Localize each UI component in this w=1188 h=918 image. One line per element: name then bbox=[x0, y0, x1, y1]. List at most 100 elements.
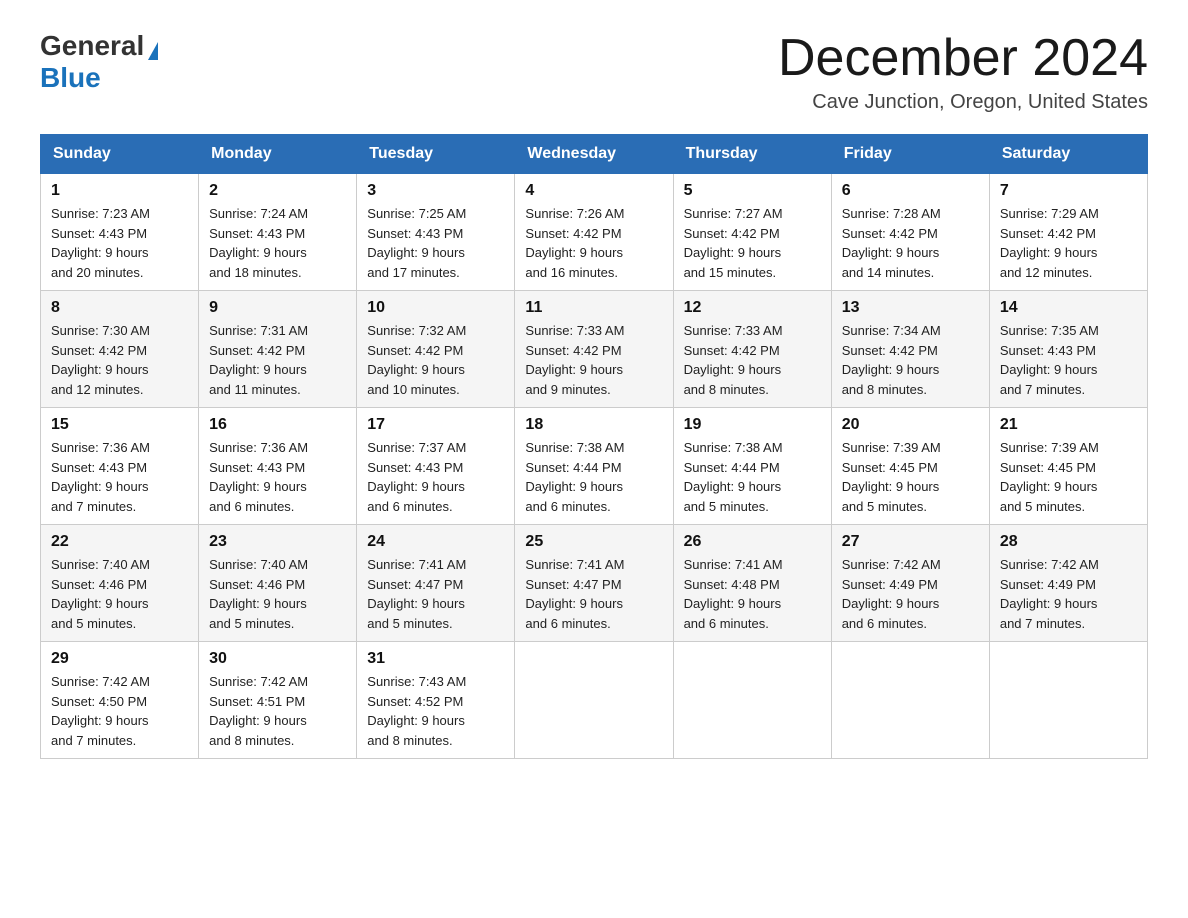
day-info: Sunrise: 7:38 AMSunset: 4:44 PMDaylight:… bbox=[684, 438, 821, 516]
day-number: 8 bbox=[51, 299, 188, 317]
sunset-text: Sunset: 4:49 PM bbox=[1000, 577, 1096, 592]
calendar-cell: 28Sunrise: 7:42 AMSunset: 4:49 PMDayligh… bbox=[989, 525, 1147, 642]
day-info: Sunrise: 7:36 AMSunset: 4:43 PMDaylight:… bbox=[51, 438, 188, 516]
day-number: 21 bbox=[1000, 416, 1137, 434]
daylight-text-line2: and 5 minutes. bbox=[209, 616, 294, 631]
sunrise-text: Sunrise: 7:38 AM bbox=[684, 440, 783, 455]
calendar-cell: 7Sunrise: 7:29 AMSunset: 4:42 PMDaylight… bbox=[989, 174, 1147, 291]
col-header-sunday: Sunday bbox=[41, 135, 199, 174]
daylight-text-line2: and 5 minutes. bbox=[51, 616, 136, 631]
daylight-text-line2: and 6 minutes. bbox=[525, 499, 610, 514]
daylight-text-line2: and 8 minutes. bbox=[842, 382, 927, 397]
daylight-text-line2: and 12 minutes. bbox=[51, 382, 144, 397]
sunset-text: Sunset: 4:42 PM bbox=[367, 343, 463, 358]
sunrise-text: Sunrise: 7:40 AM bbox=[51, 557, 150, 572]
day-info: Sunrise: 7:23 AMSunset: 4:43 PMDaylight:… bbox=[51, 204, 188, 282]
calendar-week-row: 22Sunrise: 7:40 AMSunset: 4:46 PMDayligh… bbox=[41, 525, 1148, 642]
daylight-text-line1: Daylight: 9 hours bbox=[51, 479, 149, 494]
sunrise-text: Sunrise: 7:29 AM bbox=[1000, 206, 1099, 221]
sunrise-text: Sunrise: 7:30 AM bbox=[51, 323, 150, 338]
calendar-cell: 17Sunrise: 7:37 AMSunset: 4:43 PMDayligh… bbox=[357, 408, 515, 525]
day-info: Sunrise: 7:42 AMSunset: 4:50 PMDaylight:… bbox=[51, 672, 188, 750]
sunrise-text: Sunrise: 7:34 AM bbox=[842, 323, 941, 338]
day-number: 23 bbox=[209, 533, 346, 551]
day-info: Sunrise: 7:25 AMSunset: 4:43 PMDaylight:… bbox=[367, 204, 504, 282]
sunset-text: Sunset: 4:46 PM bbox=[209, 577, 305, 592]
day-number: 4 bbox=[525, 182, 662, 200]
daylight-text-line1: Daylight: 9 hours bbox=[842, 362, 940, 377]
daylight-text-line1: Daylight: 9 hours bbox=[367, 362, 465, 377]
daylight-text-line2: and 7 minutes. bbox=[51, 733, 136, 748]
day-info: Sunrise: 7:41 AMSunset: 4:48 PMDaylight:… bbox=[684, 555, 821, 633]
daylight-text-line1: Daylight: 9 hours bbox=[842, 479, 940, 494]
day-info: Sunrise: 7:41 AMSunset: 4:47 PMDaylight:… bbox=[367, 555, 504, 633]
daylight-text-line1: Daylight: 9 hours bbox=[1000, 479, 1098, 494]
day-number: 7 bbox=[1000, 182, 1137, 200]
calendar-cell: 9Sunrise: 7:31 AMSunset: 4:42 PMDaylight… bbox=[199, 291, 357, 408]
calendar-cell: 23Sunrise: 7:40 AMSunset: 4:46 PMDayligh… bbox=[199, 525, 357, 642]
sunset-text: Sunset: 4:45 PM bbox=[842, 460, 938, 475]
sunrise-text: Sunrise: 7:28 AM bbox=[842, 206, 941, 221]
calendar-cell: 12Sunrise: 7:33 AMSunset: 4:42 PMDayligh… bbox=[673, 291, 831, 408]
day-number: 27 bbox=[842, 533, 979, 551]
daylight-text-line2: and 7 minutes. bbox=[1000, 382, 1085, 397]
day-number: 28 bbox=[1000, 533, 1137, 551]
daylight-text-line2: and 6 minutes. bbox=[842, 616, 927, 631]
day-info: Sunrise: 7:26 AMSunset: 4:42 PMDaylight:… bbox=[525, 204, 662, 282]
calendar-cell: 20 Sunrise: 7:39 AMSunset: 4:45 PMDayligh… bbox=[831, 408, 989, 525]
daylight-text-line2: and 6 minutes. bbox=[367, 499, 452, 514]
sunset-text: Sunset: 4:42 PM bbox=[525, 343, 621, 358]
sunrise-text: Sunrise: 7:40 AM bbox=[209, 557, 308, 572]
daylight-text-line1: Daylight: 9 hours bbox=[684, 479, 782, 494]
daylight-text-line1: Daylight: 9 hours bbox=[1000, 596, 1098, 611]
daylight-text-line2: and 5 minutes. bbox=[684, 499, 769, 514]
col-header-thursday: Thursday bbox=[673, 135, 831, 174]
day-info: Sunrise: 7:42 AMSunset: 4:51 PMDaylight:… bbox=[209, 672, 346, 750]
day-number: 6 bbox=[842, 182, 979, 200]
day-number: 3 bbox=[367, 182, 504, 200]
sunset-text: Sunset: 4:42 PM bbox=[684, 343, 780, 358]
sunset-text: Sunset: 4:42 PM bbox=[684, 226, 780, 241]
title-block: December 2024 Cave Junction, Oregon, Uni… bbox=[778, 30, 1148, 114]
calendar-cell: 5Sunrise: 7:27 AMSunset: 4:42 PMDaylight… bbox=[673, 174, 831, 291]
sunset-text: Sunset: 4:49 PM bbox=[842, 577, 938, 592]
daylight-text-line2: and 12 minutes. bbox=[1000, 265, 1093, 280]
daylight-text-line1: Daylight: 9 hours bbox=[684, 245, 782, 260]
daylight-text-line1: Daylight: 9 hours bbox=[684, 596, 782, 611]
calendar-cell: 27Sunrise: 7:42 AMSunset: 4:49 PMDayligh… bbox=[831, 525, 989, 642]
calendar-table: SundayMondayTuesdayWednesdayThursdayFrid… bbox=[40, 134, 1148, 759]
daylight-text-line2: and 10 minutes. bbox=[367, 382, 460, 397]
col-header-tuesday: Tuesday bbox=[357, 135, 515, 174]
sunset-text: Sunset: 4:43 PM bbox=[367, 460, 463, 475]
col-header-friday: Friday bbox=[831, 135, 989, 174]
sunrise-text: Sunrise: 7:42 AM bbox=[209, 674, 308, 689]
daylight-text-line2: and 7 minutes. bbox=[1000, 616, 1085, 631]
sunrise-text: Sunrise: 7:37 AM bbox=[367, 440, 466, 455]
sunset-text: Sunset: 4:43 PM bbox=[209, 226, 305, 241]
calendar-cell: 30Sunrise: 7:42 AMSunset: 4:51 PMDayligh… bbox=[199, 642, 357, 759]
sunrise-text: Sunrise: 7:36 AM bbox=[51, 440, 150, 455]
calendar-cell: 19Sunrise: 7:38 AMSunset: 4:44 PMDayligh… bbox=[673, 408, 831, 525]
day-info: Sunrise: 7:28 AMSunset: 4:42 PMDaylight:… bbox=[842, 204, 979, 282]
logo-blue-row: Blue bbox=[40, 62, 101, 94]
day-number: 29 bbox=[51, 650, 188, 668]
sunset-text: Sunset: 4:42 PM bbox=[525, 226, 621, 241]
sunrise-text: Sunrise: 7:39 AM bbox=[1000, 440, 1099, 455]
logo-top-row: General bbox=[40, 30, 158, 62]
location-title: Cave Junction, Oregon, United States bbox=[778, 91, 1148, 114]
daylight-text-line1: Daylight: 9 hours bbox=[209, 479, 307, 494]
daylight-text-line1: Daylight: 9 hours bbox=[51, 362, 149, 377]
sunrise-text: Sunrise: 7:31 AM bbox=[209, 323, 308, 338]
sunrise-text: Sunrise: 7:42 AM bbox=[51, 674, 150, 689]
day-number: 26 bbox=[684, 533, 821, 551]
sunrise-text: Sunrise: 7:35 AM bbox=[1000, 323, 1099, 338]
sunset-text: Sunset: 4:43 PM bbox=[1000, 343, 1096, 358]
daylight-text-line1: Daylight: 9 hours bbox=[842, 245, 940, 260]
daylight-text-line1: Daylight: 9 hours bbox=[367, 479, 465, 494]
day-info: Sunrise: 7:39 AMSunset: 4:45 PMDaylight:… bbox=[842, 438, 979, 516]
calendar-cell: 24Sunrise: 7:41 AMSunset: 4:47 PMDayligh… bbox=[357, 525, 515, 642]
day-number: 20 bbox=[842, 416, 979, 434]
day-number: 10 bbox=[367, 299, 504, 317]
day-number: 25 bbox=[525, 533, 662, 551]
day-number: 12 bbox=[684, 299, 821, 317]
